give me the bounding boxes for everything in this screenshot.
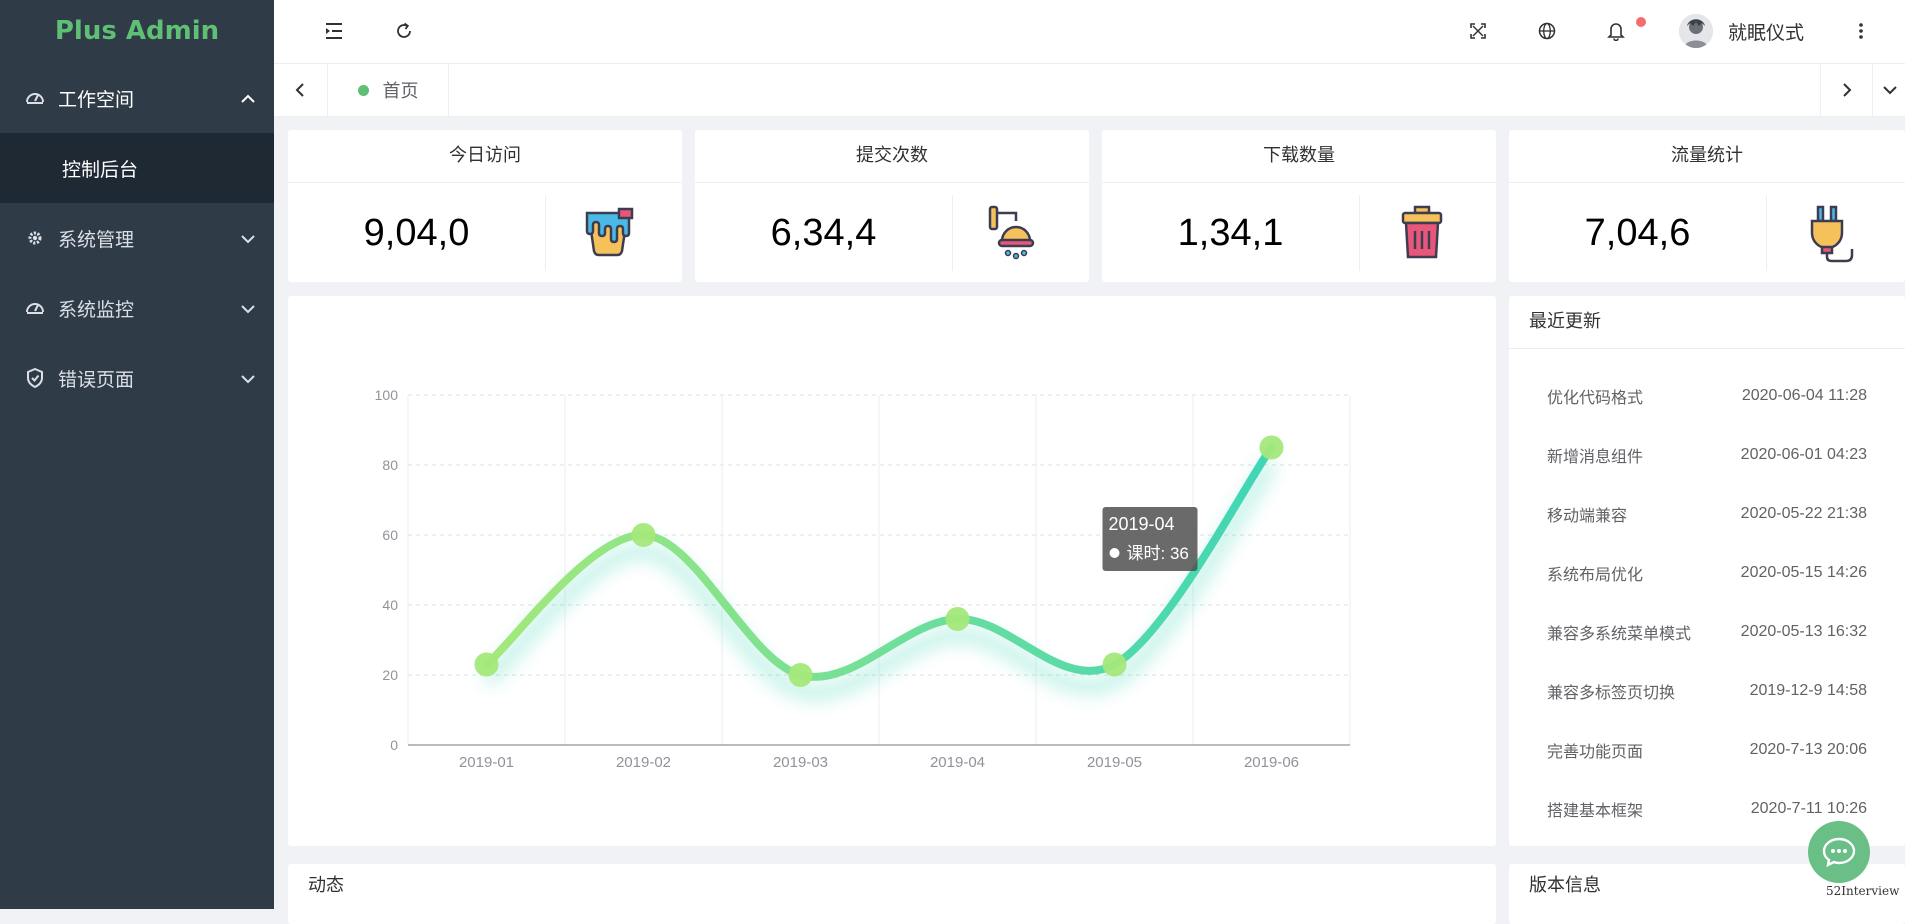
dynamic-panel: 动态 bbox=[288, 864, 1496, 924]
sidebar: Plus Admin 工作空间 控制后台 系统管理 系统监控 错误页面 bbox=[0, 0, 274, 909]
list-item[interactable]: 搭建基本框架 2020-7-11 10:26 bbox=[1547, 794, 1867, 824]
recent-updates-panel: 最近更新 优化代码格式 2020-06-04 11:28 新增消息组件 2020-0… bbox=[1509, 296, 1905, 846]
chevron-down-icon bbox=[240, 230, 256, 246]
data-point[interactable] bbox=[1102, 652, 1127, 677]
shower-icon bbox=[984, 203, 1046, 263]
stat-value: 9,04,0 bbox=[363, 212, 470, 254]
avatar bbox=[1679, 14, 1713, 48]
tabs-dropdown-button[interactable] bbox=[1872, 64, 1905, 116]
menu-fold-icon[interactable] bbox=[316, 13, 352, 49]
stat-value: 6,34,4 bbox=[770, 212, 877, 254]
list-item[interactable]: 优化代码格式 2020-06-04 11:28 bbox=[1547, 381, 1867, 411]
sidebar-item-label: 工作空间 bbox=[58, 88, 135, 111]
list-item[interactable]: 系统布局优化 2020-05-15 14:26 bbox=[1547, 558, 1867, 588]
x-tick-label: 2019-02 bbox=[616, 754, 671, 771]
list-item[interactable]: 兼容多标签页切换 2019-12-9 14:58 bbox=[1547, 676, 1867, 706]
data-point[interactable] bbox=[1259, 435, 1284, 460]
y-tick-label: 100 bbox=[375, 387, 399, 403]
sidebar-item-label: 系统监控 bbox=[58, 298, 135, 321]
notification-dot bbox=[1636, 17, 1646, 27]
y-tick-label: 20 bbox=[382, 667, 398, 683]
sidebar-item-error-pages[interactable]: 错误页面 bbox=[0, 343, 274, 413]
x-tick-label: 2019-01 bbox=[459, 754, 514, 771]
tooltip-marker bbox=[1109, 548, 1120, 558]
sidebar-item-workspace[interactable]: 工作空间 bbox=[0, 63, 274, 133]
tooltip-value: 课时: 36 bbox=[1127, 544, 1189, 563]
chevron-right-icon bbox=[1843, 83, 1852, 97]
app-logo[interactable]: Plus Admin bbox=[0, 0, 274, 63]
dashboard-icon bbox=[24, 297, 46, 319]
stat-title: 流量统计 bbox=[1509, 130, 1905, 183]
shield-icon bbox=[24, 367, 46, 389]
sidebar-item-label: 系统管理 bbox=[58, 228, 135, 251]
stat-card-visits: 今日访问 9,04,0 bbox=[288, 130, 682, 282]
tab-label: 首页 bbox=[382, 81, 419, 102]
fullscreen-icon[interactable] bbox=[1460, 13, 1496, 49]
y-tick-label: 60 bbox=[382, 527, 398, 543]
trash-can-icon bbox=[1391, 203, 1453, 263]
x-tick-label: 2019-03 bbox=[773, 754, 828, 771]
panel-title: 动态 bbox=[308, 875, 344, 896]
tabs-bar: 首页 bbox=[274, 64, 1905, 117]
power-plug-icon bbox=[1798, 203, 1860, 263]
stat-card-downloads: 下载数量 1,34,1 bbox=[1102, 130, 1496, 282]
tab-home[interactable]: 首页 bbox=[327, 64, 449, 116]
sidebar-item-label: 错误页面 bbox=[58, 368, 135, 391]
chevron-down-icon bbox=[240, 300, 256, 316]
list-item[interactable]: 移动端兼容 2020-05-22 21:38 bbox=[1547, 499, 1867, 529]
stat-card-submissions: 提交次数 6,34,4 bbox=[695, 130, 1089, 282]
list-item[interactable]: 完善功能页面 2020-7-13 20:06 bbox=[1547, 735, 1867, 765]
y-tick-label: 40 bbox=[382, 597, 398, 613]
main-area: 就眠仪式 首页 今日访问 9,04,0 提交次数 6,34,4 下载数量 1,3… bbox=[274, 0, 1905, 924]
globe-icon[interactable] bbox=[1529, 13, 1565, 49]
chevron-down-icon bbox=[1882, 86, 1897, 95]
data-point[interactable] bbox=[631, 523, 656, 547]
x-tick-label: 2019-05 bbox=[1087, 754, 1142, 771]
sidebar-item-system-management[interactable]: 系统管理 bbox=[0, 203, 274, 273]
chart-tooltip: 2019-04 课时: 36 bbox=[1102, 507, 1198, 571]
stat-card-traffic: 流量统计 7,04,6 bbox=[1509, 130, 1905, 282]
stat-title: 下载数量 bbox=[1102, 130, 1496, 183]
data-point[interactable] bbox=[945, 607, 970, 631]
y-tick-label: 80 bbox=[382, 457, 398, 473]
tabs-scroll-left-button[interactable] bbox=[274, 64, 326, 116]
stat-title: 提交次数 bbox=[695, 130, 1089, 183]
list-item[interactable]: 兼容多系统菜单模式 2020-05-13 16:32 bbox=[1547, 617, 1867, 647]
data-point[interactable] bbox=[474, 652, 499, 677]
sidebar-subitem-console[interactable]: 控制后台 bbox=[0, 133, 274, 203]
list-item[interactable]: 新增消息组件 2020-06-01 04:23 bbox=[1547, 440, 1867, 470]
paint-bucket-icon bbox=[577, 203, 639, 263]
gear-icon bbox=[24, 227, 46, 249]
chart-card: 0 20 40 60 80 100 2019-01 2019-02 2019-03 2019-0… bbox=[288, 296, 1496, 846]
chevron-left-icon bbox=[295, 83, 304, 97]
x-tick-label: 2019-04 bbox=[930, 754, 985, 771]
watermark: 52Interview bbox=[1826, 884, 1900, 898]
refresh-icon[interactable] bbox=[386, 13, 422, 49]
bell-icon[interactable] bbox=[1598, 13, 1634, 49]
more-vertical-icon[interactable] bbox=[1843, 13, 1879, 49]
tabs-scroll-right-button[interactable] bbox=[1820, 64, 1873, 116]
sidebar-subitem-label: 控制后台 bbox=[62, 158, 139, 181]
line-chart[interactable]: 0 20 40 60 80 100 2019-01 2019-02 2019-03 2019-0… bbox=[288, 296, 1496, 846]
top-header: 就眠仪式 bbox=[274, 0, 1905, 64]
user-menu[interactable]: 就眠仪式 bbox=[1679, 8, 1804, 54]
y-tick-label: 0 bbox=[390, 737, 398, 753]
username: 就眠仪式 bbox=[1728, 21, 1805, 44]
tooltip-title: 2019-04 bbox=[1109, 514, 1175, 534]
stat-value: 7,04,6 bbox=[1584, 212, 1691, 254]
sidebar-item-system-monitor[interactable]: 系统监控 bbox=[0, 273, 274, 343]
chevron-down-icon bbox=[240, 370, 256, 386]
stat-title: 今日访问 bbox=[288, 130, 682, 183]
x-tick-label: 2019-06 bbox=[1244, 754, 1299, 771]
active-tab-dot bbox=[357, 84, 369, 96]
panel-title: 最近更新 bbox=[1509, 296, 1905, 349]
chat-button[interactable] bbox=[1808, 821, 1870, 883]
dashboard-icon bbox=[24, 87, 46, 109]
chat-bubble-icon bbox=[1822, 837, 1856, 867]
data-point[interactable] bbox=[788, 663, 813, 687]
chevron-up-icon bbox=[240, 90, 256, 106]
stat-value: 1,34,1 bbox=[1177, 212, 1284, 254]
